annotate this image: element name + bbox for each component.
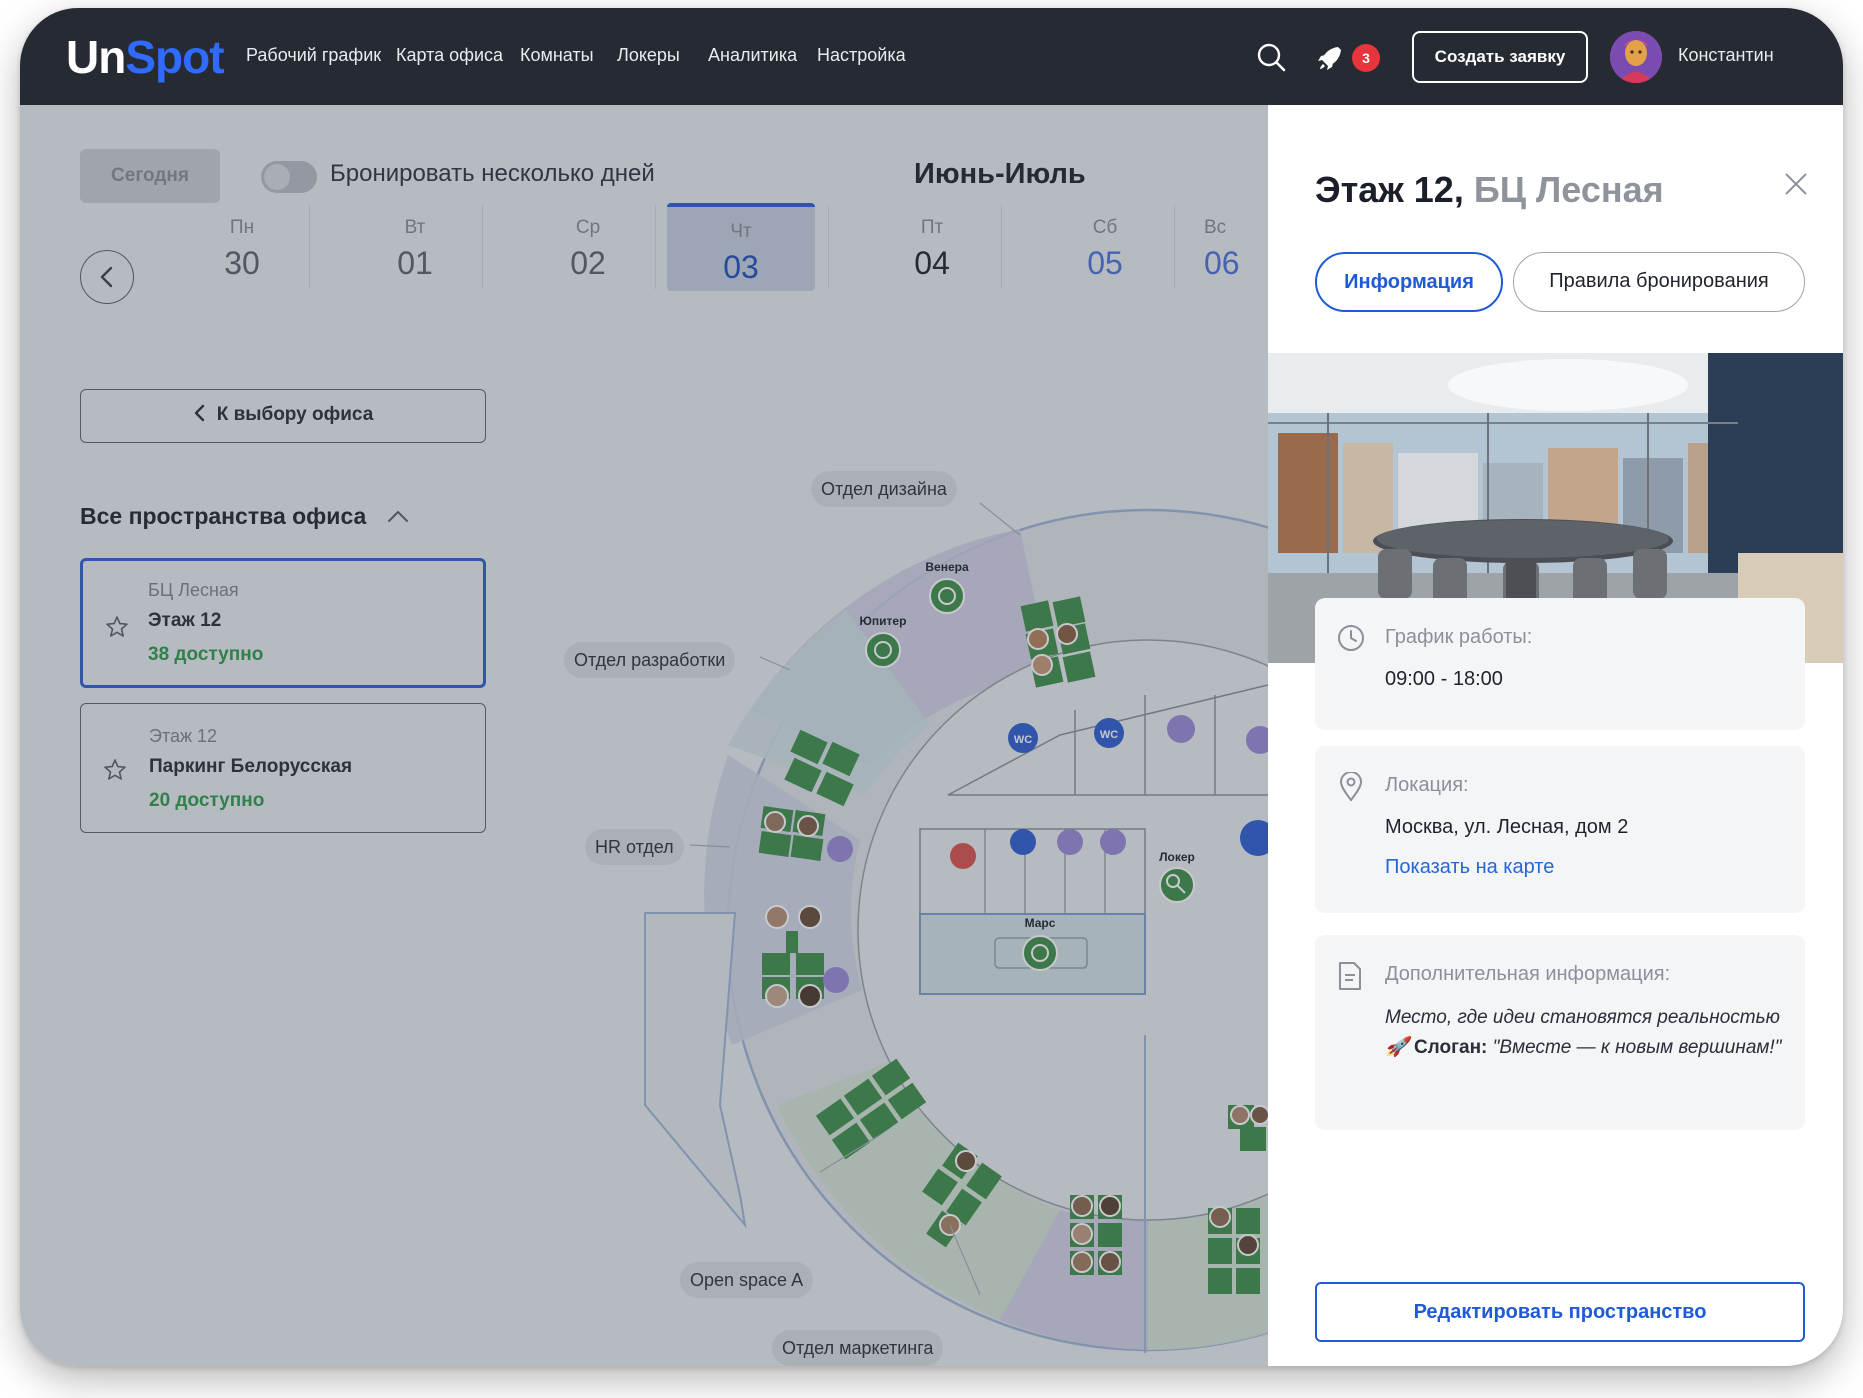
- show-on-map-link[interactable]: Показать на карте: [1385, 856, 1554, 879]
- rocket-notifications-icon[interactable]: [1316, 44, 1344, 72]
- additional-info-label: Дополнительная информация:: [1385, 963, 1671, 985]
- zone-label-dev[interactable]: Отдел разработки: [564, 642, 736, 678]
- room-label-mars: Марс: [1025, 916, 1056, 930]
- room-marker-mars[interactable]: [1022, 935, 1058, 971]
- printer-pin[interactable]: [823, 967, 849, 993]
- search-icon[interactable]: [1256, 42, 1286, 72]
- svg-text:WC: WC: [1014, 734, 1032, 746]
- zone-label-hr[interactable]: HR отдел: [585, 829, 684, 865]
- additional-info-block: Дополнительная информация: Место, где ид…: [1315, 935, 1805, 1130]
- office-map-area: Сегодня Бронировать несколько дней Июнь-…: [20, 105, 1268, 1366]
- amenity-pin[interactable]: [1167, 715, 1195, 743]
- location-pin-icon: [1339, 772, 1363, 802]
- location-label: Локация:: [1385, 774, 1469, 796]
- nav-item-settings[interactable]: Настройка: [817, 45, 906, 66]
- user-avatar[interactable]: [1610, 31, 1662, 83]
- nav-item-work-schedule[interactable]: Рабочий график: [246, 45, 381, 66]
- zone-label-marketing[interactable]: Отдел маркетинга: [772, 1330, 944, 1366]
- zone-hr-lounge[interactable]: [644, 912, 747, 1229]
- close-icon[interactable]: [1783, 171, 1809, 197]
- additional-info-text: Место, где идеи становятся реальностью 🚀…: [1385, 1007, 1782, 1058]
- floor-plan-map[interactable]: WC WC Венера Юпитер Марс Локер: [20, 105, 1268, 1366]
- amenity-pin[interactable]: [1100, 829, 1126, 855]
- room-marker-venera[interactable]: [929, 578, 965, 614]
- avatar-image: [1610, 31, 1662, 83]
- nav-item-lockers[interactable]: Локеры: [617, 45, 680, 66]
- top-navigation-bar: UnSpot Рабочий график Карта офиса Комнат…: [20, 8, 1843, 105]
- unspot-logo[interactable]: UnSpot: [66, 30, 225, 84]
- schedule-value: 09:00 - 18:00: [1385, 668, 1503, 690]
- amenity-pin[interactable]: [1010, 829, 1036, 855]
- space-details-panel: Этаж 12, БЦ Лесная Информация Правила бр…: [1268, 105, 1843, 1366]
- emergency-exit-pin[interactable]: [950, 843, 976, 869]
- nav-item-office-map[interactable]: Карта офиса: [396, 45, 503, 66]
- tab-information[interactable]: Информация: [1315, 252, 1503, 312]
- schedule-block: График работы: 09:00 - 18:00: [1315, 598, 1805, 730]
- nav-item-analytics[interactable]: Аналитика: [708, 45, 797, 66]
- zone-label-design[interactable]: Отдел дизайна: [811, 471, 957, 507]
- amenity-pin[interactable]: [1057, 829, 1083, 855]
- schedule-label: График работы:: [1385, 626, 1533, 648]
- document-icon: [1339, 962, 1361, 990]
- svg-text:WC: WC: [1100, 729, 1118, 741]
- create-request-button[interactable]: Создать заявку: [1412, 31, 1588, 83]
- clock-icon: [1338, 625, 1364, 651]
- room-marker-jupiter[interactable]: [865, 632, 901, 668]
- locker-marker[interactable]: [1159, 867, 1195, 903]
- zone-label-openspace[interactable]: Open space A: [680, 1262, 814, 1298]
- user-name[interactable]: Константин: [1678, 45, 1774, 66]
- location-block: Локация: Москва, ул. Лесная, дом 2 Показ…: [1315, 746, 1805, 913]
- room-label-venera: Венера: [925, 560, 969, 574]
- tab-booking-rules[interactable]: Правила бронирования: [1513, 252, 1805, 312]
- wc-pin-1[interactable]: WC: [1008, 723, 1038, 753]
- panel-title: Этаж 12, БЦ Лесная: [1315, 169, 1664, 210]
- location-value: Москва, ул. Лесная, дом 2: [1385, 816, 1629, 838]
- room-label-locker: Локер: [1159, 850, 1195, 864]
- printer-pin[interactable]: [827, 836, 853, 862]
- room-label-jupiter: Юпитер: [860, 614, 907, 628]
- wc-pin-2[interactable]: WC: [1094, 718, 1124, 748]
- edit-space-button[interactable]: Редактировать пространство: [1315, 1282, 1805, 1342]
- nav-item-rooms[interactable]: Комнаты: [520, 45, 594, 66]
- app-window: UnSpot Рабочий график Карта офиса Комнат…: [20, 8, 1843, 1366]
- notification-badge: 3: [1352, 44, 1380, 72]
